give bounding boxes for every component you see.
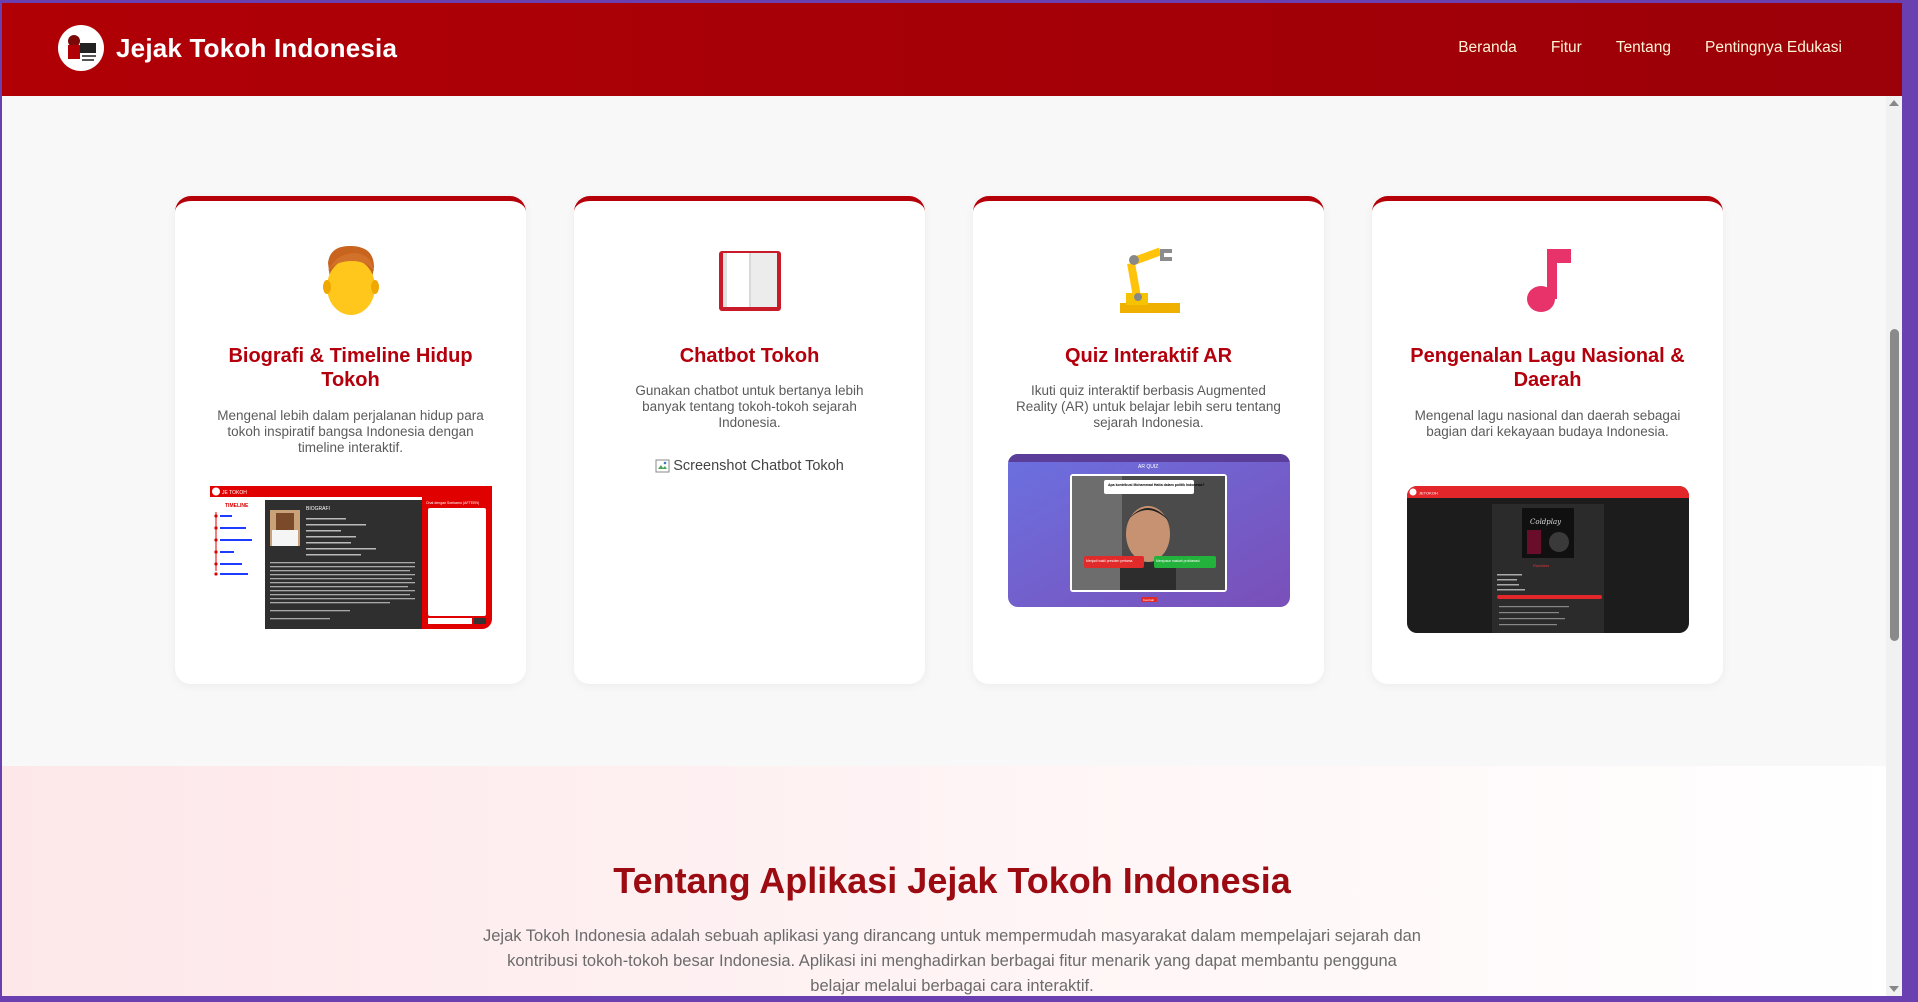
feature-description: Gunakan chatbot untuk bertanya lebih ban…: [635, 383, 864, 430]
brand[interactable]: Jejak Tokoh Indonesia: [58, 25, 397, 71]
lagu-screenshot: JETOKOH Coldplay Rumbers: [1407, 486, 1689, 633]
about-title: Tentang Aplikasi Jejak Tokoh Indonesia: [613, 860, 1291, 901]
feature-card-biografi: Biografi & Timeline Hidup Tokoh Mengenal…: [175, 196, 526, 684]
svg-text:Menyusun naskah proklamasi: Menyusun naskah proklamasi: [1156, 559, 1200, 563]
about-text: Jejak Tokoh Indonesia adalah sebuah apli…: [482, 927, 1421, 995]
site-title: Jejak Tokoh Indonesia: [116, 32, 398, 63]
chatbot-screenshot-broken-image: Screenshot Chatbot Tokoh: [574, 458, 925, 474]
scroll-thumb[interactable]: [1890, 329, 1899, 641]
person-face-icon: [322, 245, 379, 315]
feature-description: Mengenal lagu nasional dan daerah sebaga…: [1414, 408, 1681, 439]
svg-text:Coldplay: Coldplay: [1530, 518, 1562, 526]
svg-text:Rumbers: Rumbers: [1533, 563, 1549, 568]
feature-card-lagu: Pengenalan Lagu Nasional & Daerah Mengen…: [1372, 196, 1723, 684]
feature-card-quiz-ar: Quiz Interaktif AR Ikuti quiz interaktif…: [973, 196, 1324, 684]
feature-card-chatbot: Chatbot Tokoh Gunakan chatbot untuk bert…: [574, 196, 925, 684]
svg-text:AR QUIZ: AR QUIZ: [1138, 464, 1158, 470]
logo: [58, 25, 104, 71]
biografi-screenshot-image: JE TOKOH TIMELINE BIOGRAFI Chat dengan S…: [210, 486, 492, 629]
broken-image-icon: [655, 459, 670, 473]
nav-links: Beranda Fitur Tentang Pentingnya Edukasi: [1458, 39, 1842, 57]
biografi-screenshot: JE TOKOH TIMELINE BIOGRAFI Chat dengan S…: [210, 486, 492, 629]
feature-title: Quiz Interaktif AR: [1064, 345, 1233, 367]
open-book-icon: [718, 251, 781, 311]
svg-text:Kembali: Kembali: [1143, 598, 1154, 602]
about-section: Tentang Aplikasi Jejak Tokoh Indonesia J…: [2, 766, 1902, 996]
nav-pentingnya-edukasi[interactable]: Pentingnya Edukasi: [1705, 39, 1842, 57]
svg-text:TIMELINE: TIMELINE: [225, 503, 249, 509]
feature-title: Biografi & Timeline Hidup Tokoh: [228, 345, 473, 391]
logo-emblem-icon: [61, 28, 101, 68]
nav-tentang[interactable]: Tentang: [1616, 39, 1671, 57]
nav-beranda[interactable]: Beranda: [1458, 39, 1517, 57]
svg-text:Apa kontribusi Mohammad Hatta: Apa kontribusi Mohammad Hatta dalam poli…: [1108, 483, 1204, 487]
scroll-up-arrow-icon[interactable]: [1889, 100, 1899, 106]
svg-text:Menjadi wakil presiden pertama: Menjadi wakil presiden pertama: [1086, 559, 1133, 563]
svg-text:JE TOKOH: JE TOKOH: [222, 490, 247, 496]
music-note-icon: [1526, 249, 1571, 312]
scroll-down-arrow-icon[interactable]: [1889, 986, 1899, 992]
quiz-ar-screenshot-image: AR QUIZ Apa kontribusi Mohammad Hatta da…: [1008, 454, 1290, 607]
svg-text:BIOGRAFI: BIOGRAFI: [306, 506, 330, 512]
svg-text:Chat dengan Soekarno (AFTEEN): Chat dengan Soekarno (AFTEEN): [426, 501, 479, 505]
feature-title: Chatbot Tokoh: [679, 345, 820, 367]
features-section: Biografi & Timeline Hidup Tokoh Mengenal…: [2, 96, 1902, 766]
feature-description: Mengenal lebih dalam perjalanan hidup pa…: [217, 408, 484, 455]
browser-viewport: Jejak Tokoh Indonesia Beranda Fitur Tent…: [2, 3, 1902, 996]
lagu-screenshot-image: JETOKOH Coldplay Rumbers: [1407, 486, 1689, 633]
svg-text:JETOKOH: JETOKOH: [1419, 491, 1438, 496]
feature-description: Ikuti quiz interaktif berbasis Augmented…: [1016, 383, 1281, 430]
nav-fitur[interactable]: Fitur: [1551, 39, 1582, 57]
page-scrollbar[interactable]: [1886, 96, 1902, 996]
quiz-ar-screenshot: AR QUIZ Apa kontribusi Mohammad Hatta da…: [1008, 454, 1290, 607]
navbar: Jejak Tokoh Indonesia Beranda Fitur Tent…: [2, 3, 1902, 96]
robot-arm-icon: [1119, 247, 1180, 313]
feature-title: Pengenalan Lagu Nasional & Daerah: [1410, 345, 1685, 391]
